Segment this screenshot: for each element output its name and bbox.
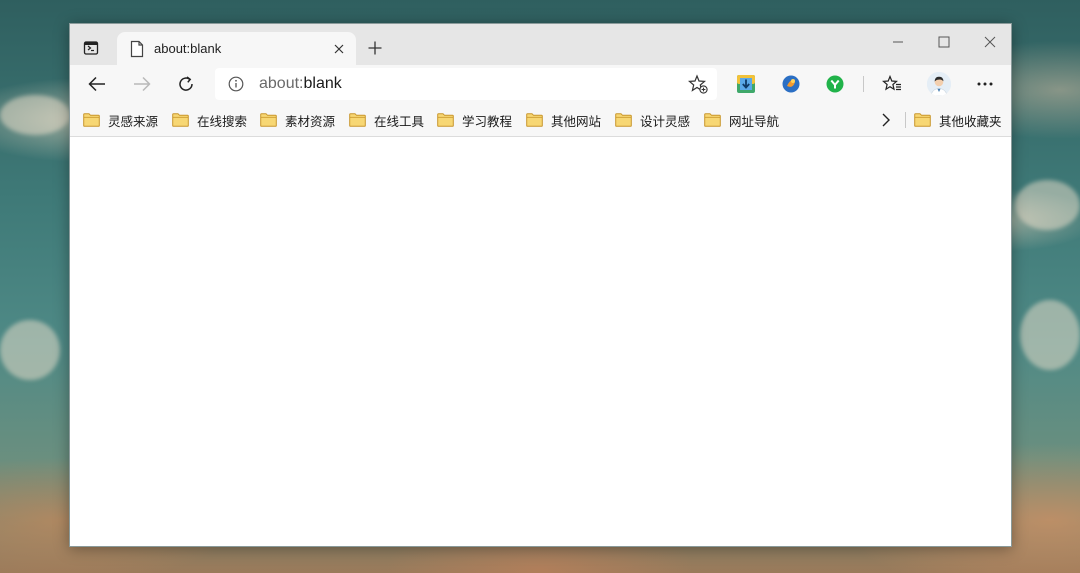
plus-icon bbox=[368, 41, 382, 55]
favorites-icon bbox=[882, 75, 901, 91]
wallpaper-cloud bbox=[0, 95, 70, 135]
bookmark-folder[interactable]: 学习教程 bbox=[437, 110, 512, 130]
info-icon[interactable] bbox=[228, 76, 244, 92]
address-bar[interactable]: about:blank bbox=[215, 68, 717, 100]
blue-globe-extension-icon[interactable] bbox=[782, 75, 800, 93]
bookmark-folder[interactable]: 素材资源 bbox=[260, 110, 335, 130]
wallpaper-cloud bbox=[1020, 300, 1080, 370]
bookmark-folder[interactable]: 网址导航 bbox=[704, 110, 779, 130]
avatar-icon bbox=[927, 72, 951, 96]
folder-icon bbox=[437, 113, 454, 127]
bookmark-folder[interactable]: 灵感来源 bbox=[83, 110, 158, 130]
green-check-extension-icon[interactable] bbox=[826, 75, 844, 93]
browser-window: about:blank about:blank 灵感来源 在线搜索 素材资源 在… bbox=[69, 23, 1012, 547]
maximize-button[interactable] bbox=[929, 32, 959, 52]
close-icon bbox=[334, 44, 344, 54]
url-scheme: about: bbox=[259, 75, 304, 92]
bookmark-label: 素材资源 bbox=[285, 113, 336, 129]
url-path: blank bbox=[303, 75, 342, 92]
page-icon bbox=[130, 40, 144, 58]
folder-icon bbox=[349, 113, 366, 127]
profile-avatar[interactable] bbox=[927, 72, 951, 96]
bookmark-label: 网址导航 bbox=[729, 113, 780, 129]
wallpaper-cloud bbox=[0, 320, 60, 380]
more-dots-icon bbox=[977, 82, 993, 86]
other-favorites-folder[interactable]: 其他收藏夹 bbox=[914, 110, 1002, 130]
close-window-icon bbox=[984, 36, 996, 48]
minimize-icon bbox=[893, 41, 903, 43]
folder-icon bbox=[260, 113, 277, 127]
bookmark-label: 设计灵感 bbox=[640, 113, 691, 129]
bookmark-folder[interactable]: 其他网站 bbox=[526, 110, 601, 130]
tab-close-button[interactable] bbox=[331, 41, 347, 57]
toolbar: about:blank bbox=[70, 65, 1011, 103]
folder-icon bbox=[172, 113, 189, 127]
refresh-button[interactable] bbox=[172, 70, 200, 98]
tab-actions-button[interactable] bbox=[81, 38, 101, 58]
download-extension-icon[interactable] bbox=[737, 75, 755, 93]
close-window-button[interactable] bbox=[975, 32, 1005, 52]
folder-icon bbox=[83, 113, 100, 127]
minimize-button[interactable] bbox=[883, 32, 913, 52]
bookmark-label: 灵感来源 bbox=[108, 113, 159, 129]
folder-icon bbox=[704, 113, 721, 127]
favorites-bar: 灵感来源 在线搜索 素材资源 在线工具 学习教程 其他网站 设计灵感 网址导航 bbox=[70, 103, 1011, 137]
tab-strip: about:blank bbox=[70, 24, 1011, 65]
bookmark-folder[interactable]: 在线搜索 bbox=[172, 110, 247, 130]
maximize-icon bbox=[938, 36, 950, 48]
page-content[interactable] bbox=[70, 137, 1011, 546]
bookmark-folder[interactable]: 在线工具 bbox=[349, 110, 424, 130]
settings-more-button[interactable] bbox=[971, 70, 999, 98]
favorites-button[interactable] bbox=[878, 70, 906, 98]
bookmark-label: 在线搜索 bbox=[197, 113, 248, 129]
bookmark-label: 其他网站 bbox=[551, 113, 602, 129]
forward-arrow-icon bbox=[134, 76, 151, 92]
bookmark-label: 在线工具 bbox=[374, 113, 425, 129]
tab-actions-icon bbox=[83, 41, 99, 55]
toolbar-separator bbox=[863, 76, 864, 92]
forward-button[interactable] bbox=[128, 70, 156, 98]
new-tab-button[interactable] bbox=[365, 38, 385, 58]
wallpaper-cloud bbox=[1015, 180, 1080, 230]
tab-active[interactable]: about:blank bbox=[117, 32, 356, 65]
add-favorite-icon[interactable] bbox=[688, 74, 708, 94]
address-text[interactable]: about:blank bbox=[259, 75, 342, 93]
tab-title: about:blank bbox=[154, 41, 222, 56]
bookmark-label: 学习教程 bbox=[462, 113, 513, 129]
back-button[interactable] bbox=[83, 70, 111, 98]
refresh-icon bbox=[179, 76, 193, 91]
more-favorites-button[interactable] bbox=[877, 111, 895, 129]
folder-icon bbox=[914, 113, 931, 127]
back-arrow-icon bbox=[88, 76, 105, 92]
favorites-separator bbox=[905, 112, 906, 128]
chevron-right-icon bbox=[882, 113, 890, 127]
bookmark-folder[interactable]: 设计灵感 bbox=[615, 110, 690, 130]
folder-icon bbox=[615, 113, 632, 127]
other-favorites-label: 其他收藏夹 bbox=[939, 113, 1002, 129]
folder-icon bbox=[526, 113, 543, 127]
